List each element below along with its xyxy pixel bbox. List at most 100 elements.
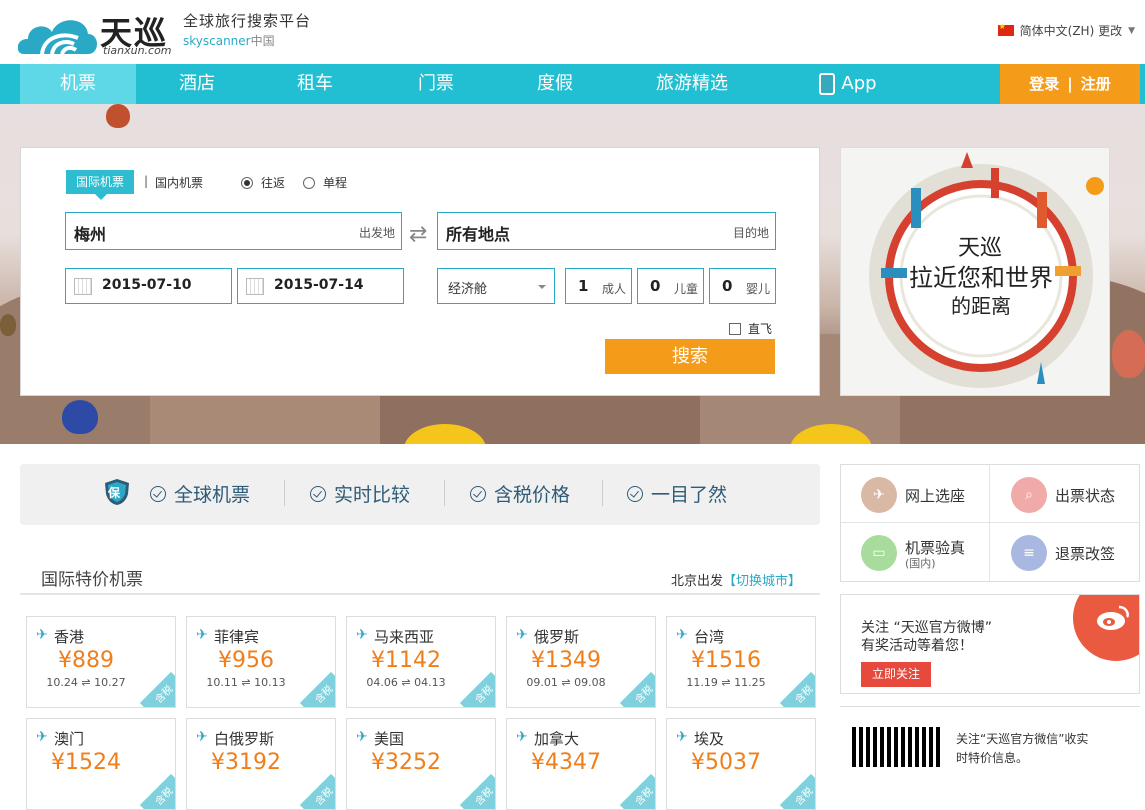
radio-one-way[interactable]: 单程 xyxy=(303,174,347,191)
check-circle-icon xyxy=(627,485,643,502)
radio-round-trip[interactable]: 往返 xyxy=(241,174,285,191)
switch-city-link[interactable]: 【切换城市】 xyxy=(723,574,801,589)
origin-label: 出发地 xyxy=(358,226,395,240)
tab-domestic[interactable]: 国内机票 xyxy=(155,174,203,191)
plane-icon: ✈ xyxy=(36,627,48,643)
deal-card[interactable]: ✈ 白俄罗斯 ¥3192 含税 xyxy=(186,718,336,810)
destination-value[interactable]: 所有地点 xyxy=(446,221,510,245)
nav-flights[interactable]: 机票 xyxy=(20,64,136,104)
adults-value[interactable]: 1 xyxy=(578,277,588,295)
swap-icon[interactable]: ⇄ xyxy=(409,222,427,247)
deal-price: ¥1142 xyxy=(371,648,441,673)
plane-icon: ✈ xyxy=(516,627,528,643)
plane-icon: ✈ xyxy=(36,729,48,745)
auth-separator: | xyxy=(1067,75,1073,93)
divider xyxy=(284,480,285,506)
deal-card[interactable]: ✈ 菲律宾 ¥956 10.11 ⇌ 10.13 含税 xyxy=(186,616,336,708)
children-field[interactable]: 0 儿童 xyxy=(637,268,704,304)
adults-label: 成人 xyxy=(601,282,626,296)
origin-value[interactable]: 梅州 xyxy=(74,221,106,245)
region-text: 中国 xyxy=(250,34,275,48)
deal-city: 菲律宾 xyxy=(214,628,260,646)
nav-vacation[interactable]: 度假 xyxy=(498,64,612,104)
deal-price: ¥956 xyxy=(218,648,274,673)
register-link[interactable]: 注册 xyxy=(1081,75,1111,93)
deal-card[interactable]: ✈ 埃及 ¥5037 含税 xyxy=(666,718,816,810)
auth-box: 登录 | 注册 xyxy=(1000,64,1140,104)
feature-label: 一目了然 xyxy=(651,484,728,506)
nav-hotels[interactable]: 酒店 xyxy=(140,64,254,104)
deal-price: ¥5037 xyxy=(691,750,761,775)
service-sub-label: (国内) xyxy=(905,556,936,570)
plane-icon: ✈ xyxy=(516,729,528,745)
children-value[interactable]: 0 xyxy=(650,277,660,295)
language-selector[interactable]: 简体中文(ZH) 更改 ▼ xyxy=(997,22,1135,39)
check-circle-icon xyxy=(310,485,326,502)
calendar-icon xyxy=(74,278,92,295)
deal-price: ¥1524 xyxy=(51,750,121,775)
checkbox-icon[interactable] xyxy=(729,322,741,335)
deal-price: ¥3252 xyxy=(371,750,441,775)
deal-card[interactable]: ✈ 俄罗斯 ¥1349 09.01 ⇌ 09.08 含税 xyxy=(506,616,656,708)
nav-tickets[interactable]: 门票 xyxy=(376,64,496,104)
infants-field[interactable]: 0 婴儿 xyxy=(709,268,776,304)
tagline: 全球旅行搜索平台 xyxy=(183,12,312,30)
deal-card[interactable]: ✈ 香港 ¥889 10.24 ⇌ 10.27 含税 xyxy=(26,616,176,708)
chevron-down-icon: ▼ xyxy=(1128,25,1135,36)
deal-card[interactable]: ✈ 美国 ¥3252 含税 xyxy=(346,718,496,810)
origin-field[interactable]: 梅州 出发地 xyxy=(65,212,402,250)
deal-card[interactable]: ✈ 澳门 ¥1524 含税 xyxy=(26,718,176,810)
balloon-image xyxy=(1112,330,1145,378)
search-button[interactable]: 搜索 xyxy=(605,339,775,374)
destination-field[interactable]: 所有地点 目的地 xyxy=(437,212,776,250)
nav-app-label: App xyxy=(841,73,877,94)
return-date-value[interactable]: 2015-07-14 xyxy=(274,277,364,293)
ticket-icon: ✈ xyxy=(861,477,897,513)
deal-city: 马来西亚 xyxy=(374,628,435,646)
deal-dates: 11.19 ⇌ 11.25 xyxy=(686,676,766,689)
follow-button[interactable]: 立即关注 xyxy=(861,662,931,687)
nav-car-rental[interactable]: 租车 xyxy=(258,64,372,104)
depart-date-field[interactable]: 2015-07-10 xyxy=(65,268,232,304)
direct-flight-checkbox[interactable]: 直飞 xyxy=(729,320,772,337)
service-label: 网上选座 xyxy=(905,486,966,505)
qr-code-icon xyxy=(852,727,942,767)
brand-domain: tianxun.com xyxy=(103,44,172,57)
feature-label: 实时比较 xyxy=(334,484,411,506)
radio-unchecked-icon[interactable] xyxy=(303,176,315,189)
cabin-select[interactable]: 经济舱 xyxy=(437,268,555,304)
infants-value[interactable]: 0 xyxy=(722,277,732,295)
deal-card[interactable]: ✈ 马来西亚 ¥1142 04.06 ⇌ 04.13 含税 xyxy=(346,616,496,708)
feature-label: 含税价格 xyxy=(494,484,571,506)
adults-field[interactable]: 1 成人 xyxy=(565,268,632,304)
tab-international[interactable]: 国际机票 xyxy=(66,170,134,200)
service-verify-text: 机票验真 (国内) xyxy=(905,537,965,570)
login-link[interactable]: 登录 xyxy=(1029,75,1059,93)
service-seat-selection[interactable]: ✈ 网上选座 xyxy=(861,477,965,513)
one-way-label: 单程 xyxy=(323,176,348,190)
service-refund-change[interactable]: ≡ 退票改签 xyxy=(1011,535,1115,571)
divider xyxy=(602,480,603,506)
service-ticket-verify[interactable]: ▭ 机票验真 (国内) xyxy=(861,535,965,571)
deal-price: ¥889 xyxy=(58,648,114,673)
deal-dates: 09.01 ⇌ 09.08 xyxy=(526,676,606,689)
deal-city: 澳门 xyxy=(54,730,85,748)
cabin-value: 经济舱 xyxy=(448,282,488,297)
depart-date-value[interactable]: 2015-07-10 xyxy=(102,277,192,293)
plane-icon: ✈ xyxy=(356,627,368,643)
chevron-down-icon xyxy=(538,285,546,293)
monitor-icon: ▭ xyxy=(861,535,897,571)
service-ticket-status[interactable]: ⌕ 出票状态 xyxy=(1011,477,1115,513)
deal-card[interactable]: ✈ 加拿大 ¥4347 含税 xyxy=(506,718,656,810)
nav-travel-picks[interactable]: 旅游精选 xyxy=(632,64,752,104)
language-label[interactable]: 简体中文(ZH) 更改 xyxy=(1020,22,1122,39)
skyscanner-text: skyscanner xyxy=(183,34,251,48)
return-date-field[interactable]: 2015-07-14 xyxy=(237,268,404,304)
promo-banner[interactable]: 天巡 拉近您和世界 的距离 xyxy=(840,147,1110,396)
promo-line-3: 的距离 xyxy=(951,294,1011,318)
nav-app[interactable]: App xyxy=(808,64,888,104)
radio-checked-icon[interactable] xyxy=(241,176,253,189)
deals-title: 国际特价机票 xyxy=(41,570,143,590)
tianxun-logo-icon[interactable] xyxy=(18,10,98,58)
deal-card[interactable]: ✈ 台湾 ¥1516 11.19 ⇌ 11.25 含税 xyxy=(666,616,816,708)
